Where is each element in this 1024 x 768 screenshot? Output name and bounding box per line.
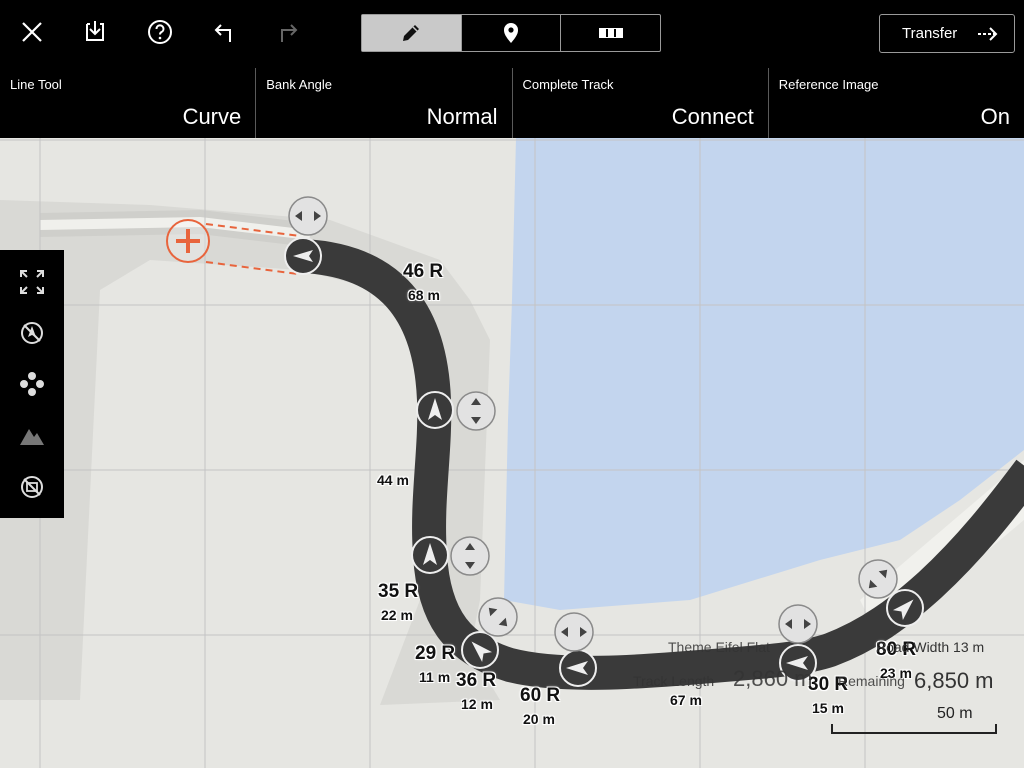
setting-value: On bbox=[980, 104, 1010, 129]
no-compass-icon[interactable] bbox=[16, 317, 48, 349]
length-label: 11 m bbox=[419, 669, 451, 685]
scale-bar bbox=[831, 724, 997, 734]
top-toolbar: Transfer bbox=[0, 0, 1024, 68]
reference-image-setting[interactable]: Reference Image On bbox=[769, 68, 1024, 138]
left-tool-sidebar bbox=[0, 250, 64, 518]
close-icon[interactable] bbox=[14, 14, 50, 50]
add-point-icon[interactable] bbox=[165, 218, 211, 264]
direction-handle-icon[interactable] bbox=[477, 596, 519, 638]
remaining-value: 6,850 m bbox=[914, 668, 994, 693]
bank-angle-setting[interactable]: Bank Angle Normal bbox=[256, 68, 513, 138]
length-label: 12 m bbox=[461, 696, 493, 712]
length-label: 15 m bbox=[812, 700, 844, 716]
line-tool-setting[interactable]: Line Tool Curve bbox=[0, 68, 257, 138]
radius-label: 35 R bbox=[378, 581, 419, 602]
elevation-icon[interactable] bbox=[16, 420, 48, 452]
segments-icon[interactable] bbox=[561, 15, 660, 51]
radius-label: 29 R bbox=[415, 643, 456, 664]
radius-label: 60 R bbox=[520, 685, 561, 706]
theme-text: Theme Eifel Flat bbox=[668, 639, 770, 655]
direction-handle-icon[interactable] bbox=[777, 603, 819, 645]
length-label: 68 m bbox=[408, 287, 440, 303]
pin-icon[interactable] bbox=[462, 15, 562, 51]
setting-label: Complete Track bbox=[522, 77, 614, 92]
tool-mode-selector bbox=[361, 14, 661, 52]
direction-handle-icon[interactable] bbox=[553, 611, 595, 653]
pencil-icon[interactable] bbox=[362, 15, 462, 51]
direction-handle-icon[interactable] bbox=[287, 195, 329, 237]
radius-label: 46 R bbox=[403, 261, 444, 282]
setting-label: Reference Image bbox=[778, 77, 879, 92]
redo-icon[interactable] bbox=[270, 14, 306, 50]
control-point-arrow-icon[interactable] bbox=[410, 535, 450, 575]
control-point-arrow-icon[interactable] bbox=[558, 648, 598, 688]
complete-track-setting[interactable]: Complete Track Connect bbox=[513, 68, 769, 138]
length-label: 20 m bbox=[523, 711, 555, 727]
move-points-icon[interactable] bbox=[16, 368, 48, 400]
transfer-label: Transfer bbox=[902, 25, 958, 42]
track-length-value: 2,860 m bbox=[733, 666, 813, 691]
setting-value: Normal bbox=[426, 104, 498, 129]
direction-handle-icon[interactable] bbox=[857, 558, 899, 600]
length-label: 44 m bbox=[377, 472, 409, 488]
scale-label: 50 m bbox=[937, 705, 973, 722]
track-map-canvas[interactable]: 46 R 68 m 44 m 35 R 22 m 29 R 11 m 36 R … bbox=[0, 138, 1024, 768]
track-length-label: Track Length bbox=[633, 673, 715, 689]
setting-label: Line Tool bbox=[10, 77, 62, 92]
save-icon[interactable] bbox=[77, 14, 113, 50]
setting-value: Curve bbox=[182, 104, 242, 129]
remaining-label: Remaining bbox=[838, 673, 905, 689]
settings-bar: Line Tool Curve Bank Angle Normal Comple… bbox=[0, 68, 1024, 138]
no-image-icon[interactable] bbox=[16, 471, 48, 503]
road-width-text: Road Width 13 m bbox=[876, 639, 985, 655]
control-point-arrow-icon[interactable] bbox=[283, 236, 323, 276]
setting-label: Bank Angle bbox=[266, 77, 333, 92]
control-point-arrow-icon[interactable] bbox=[415, 390, 455, 430]
setting-value: Connect bbox=[671, 104, 754, 129]
length-label: 67 m bbox=[670, 692, 702, 708]
length-label: 22 m bbox=[381, 607, 413, 623]
transfer-button[interactable]: Transfer bbox=[879, 14, 1015, 53]
fullscreen-icon[interactable] bbox=[16, 266, 48, 298]
undo-icon[interactable] bbox=[206, 14, 242, 50]
radius-label: 36 R bbox=[456, 670, 497, 691]
direction-handle-icon[interactable] bbox=[455, 390, 497, 432]
arrow-right-icon bbox=[976, 25, 1000, 47]
help-icon[interactable] bbox=[142, 14, 178, 50]
direction-handle-icon[interactable] bbox=[449, 535, 491, 577]
